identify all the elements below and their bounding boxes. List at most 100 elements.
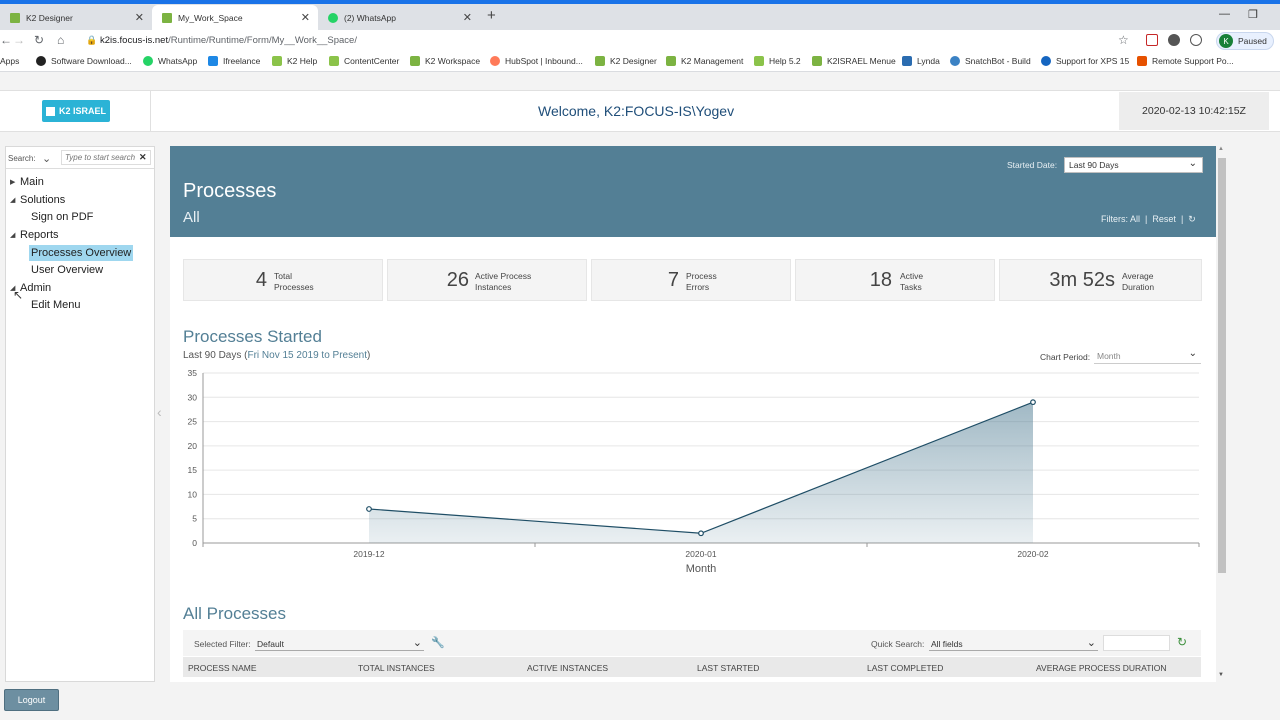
restore-icon[interactable]: ❐ bbox=[1248, 8, 1258, 21]
reload-icon[interactable]: ↻ bbox=[34, 33, 44, 47]
chart-period-select[interactable]: Month ⌄ bbox=[1094, 348, 1201, 364]
bookmark-item[interactable]: Software Download... bbox=[36, 56, 132, 66]
series-area bbox=[369, 402, 1033, 543]
stat-label: Process Errors bbox=[686, 271, 756, 293]
sidebar-item-label: Processes Overview bbox=[31, 247, 132, 259]
bookmark-item[interactable]: Ifreelance bbox=[208, 56, 260, 66]
home-icon[interactable]: ⌂ bbox=[57, 33, 64, 47]
tab-title: K2 Designer bbox=[26, 12, 73, 23]
tab-whatsapp[interactable]: (2) WhatsApp ✕ bbox=[318, 5, 480, 30]
selected-filter-select[interactable]: Default ⌄ bbox=[255, 635, 424, 651]
chart-period-label: Chart Period: bbox=[1040, 352, 1091, 362]
logo-text: K2 ISRAEL bbox=[58, 106, 106, 116]
stat-total-processes[interactable]: 4 Total Processes bbox=[183, 259, 383, 301]
collapse-arrow-icon[interactable]: ◢ bbox=[10, 231, 15, 239]
filter-bar: Selected Filter: Default ⌄ 🔧 Quick Search… bbox=[183, 630, 1201, 656]
k2-icon bbox=[666, 56, 676, 66]
stat-active-tasks[interactable]: 18 Active Tasks bbox=[795, 259, 995, 301]
column-header[interactable]: TOTAL INSTANCES bbox=[358, 663, 435, 673]
y-tick-label: 35 bbox=[188, 368, 198, 378]
forward-icon[interactable]: → bbox=[13, 33, 25, 47]
tab-title: My_Work_Space bbox=[178, 12, 243, 23]
sidebar-item-main[interactable]: ▶ Main bbox=[10, 176, 44, 188]
bookmarks-bar: Apps Software Download... WhatsApp Ifree… bbox=[0, 52, 1280, 72]
bookmark-label: K2 Help bbox=[287, 56, 318, 66]
profile-button[interactable]: K Paused bbox=[1216, 32, 1274, 50]
whatsapp-icon bbox=[143, 56, 153, 66]
stat-active-instances[interactable]: 26 Active Process Instances bbox=[387, 259, 587, 301]
selected-filter-label: Selected Filter: bbox=[194, 639, 251, 649]
sidebar-item-edit-menu[interactable]: Edit Menu bbox=[31, 299, 81, 311]
bookmark-item[interactable]: K2 Designer bbox=[595, 56, 657, 66]
sidebar-item-processes-overview[interactable]: Processes Overview bbox=[29, 245, 134, 261]
wrench-icon[interactable]: 🔧 bbox=[431, 636, 445, 649]
close-icon[interactable]: ✕ bbox=[135, 11, 144, 24]
bookmark-star-icon[interactable]: ☆ bbox=[1118, 33, 1129, 47]
table-header: PROCESS NAME TOTAL INSTANCES ACTIVE INST… bbox=[183, 657, 1201, 677]
scroll-down-icon[interactable]: ▼ bbox=[1218, 672, 1224, 678]
sidebar-item-reports[interactable]: ◢ Reports bbox=[10, 229, 59, 241]
bookmark-item[interactable]: K2 Help bbox=[272, 56, 317, 66]
logout-button[interactable]: Logout bbox=[4, 689, 59, 711]
filter-all-link[interactable]: All bbox=[1130, 214, 1140, 224]
bookmark-item[interactable]: SnatchBot - Build bbox=[950, 56, 1031, 66]
minimize-icon[interactable]: — bbox=[1219, 8, 1230, 20]
stat-value: 3m 52s bbox=[1049, 269, 1115, 291]
tab-my-work-space[interactable]: My_Work_Space ✕ bbox=[152, 5, 318, 30]
avatar: K bbox=[1219, 34, 1233, 48]
bookmark-item[interactable]: Support for XPS 15 bbox=[1041, 56, 1129, 66]
filter-separator: | bbox=[1180, 214, 1184, 224]
refresh-icon[interactable]: ↻ bbox=[1177, 635, 1187, 649]
bookmark-label: Ifreelance bbox=[223, 56, 261, 66]
stat-label-line2: Tasks bbox=[900, 282, 922, 292]
expand-arrow-icon[interactable]: ▶ bbox=[10, 178, 15, 186]
extension-icon[interactable] bbox=[1146, 34, 1158, 46]
sidebar-item-user-overview[interactable]: User Overview bbox=[31, 264, 103, 276]
bookmark-item[interactable]: Help 5.2 bbox=[754, 56, 801, 66]
search-input[interactable] bbox=[61, 150, 151, 165]
chevron-down-icon: ⌄ bbox=[412, 637, 422, 649]
column-header[interactable]: LAST STARTED bbox=[697, 663, 759, 673]
back-icon[interactable]: ← bbox=[0, 33, 12, 47]
sidebar-item-solutions[interactable]: ◢ Solutions bbox=[10, 194, 65, 206]
quick-search-select[interactable]: All fields ⌄ bbox=[929, 635, 1098, 651]
extension-icon[interactable] bbox=[1168, 34, 1180, 46]
reset-link[interactable]: Reset bbox=[1152, 214, 1176, 224]
bookmark-label: K2ISRAEL Menue bbox=[827, 56, 896, 66]
bookmark-item[interactable]: WhatsApp bbox=[143, 56, 197, 66]
bookmark-item[interactable]: ContentCenter bbox=[329, 56, 399, 66]
datetime-display: 2020-02-13 10:42:15Z bbox=[1119, 92, 1269, 130]
lynda-icon bbox=[902, 56, 912, 66]
column-header[interactable]: LAST COMPLETED bbox=[867, 663, 943, 673]
bookmark-item[interactable]: K2 Management bbox=[666, 56, 743, 66]
stat-process-errors[interactable]: 7 Process Errors bbox=[591, 259, 791, 301]
tab-k2-designer[interactable]: K2 Designer ✕ bbox=[0, 5, 152, 30]
sidebar-item-admin[interactable]: ◢ Admin bbox=[10, 282, 51, 294]
bookmark-item[interactable]: Remote Support Po... bbox=[1137, 56, 1234, 66]
close-icon[interactable]: ✕ bbox=[139, 152, 147, 163]
scroll-up-icon[interactable]: ▲ bbox=[1218, 146, 1224, 152]
stat-average-duration[interactable]: 3m 52s Average Duration bbox=[999, 259, 1202, 301]
stat-value: 18 bbox=[869, 269, 892, 291]
sidebar-item-sign-on-pdf[interactable]: Sign on PDF bbox=[31, 211, 93, 223]
bookmark-item[interactable]: Lynda bbox=[902, 56, 940, 66]
close-icon[interactable]: ✕ bbox=[301, 11, 310, 24]
bookmark-item[interactable]: HubSpot | Inbound... bbox=[490, 56, 583, 66]
bookmark-item[interactable]: K2ISRAEL Menue bbox=[812, 56, 896, 66]
chevron-left-icon[interactable]: ‹ bbox=[157, 404, 162, 420]
refresh-icon[interactable]: ↻ bbox=[1188, 214, 1196, 224]
chevron-down-icon[interactable]: ⌄ bbox=[42, 152, 51, 165]
column-header[interactable]: PROCESS NAME bbox=[188, 663, 257, 673]
url-field[interactable]: k2is.focus-is.net/Runtime/Runtime/Form/M… bbox=[100, 35, 357, 46]
new-tab-icon[interactable]: + bbox=[487, 7, 496, 24]
started-date-select[interactable]: Last 90 Days ⌄ bbox=[1064, 157, 1203, 173]
bookmark-item[interactable]: K2 Workspace bbox=[410, 56, 480, 66]
close-icon[interactable]: ✕ bbox=[463, 11, 472, 24]
bookmark-apps[interactable]: Apps bbox=[0, 56, 19, 66]
column-header[interactable]: ACTIVE INSTANCES bbox=[527, 663, 608, 673]
collapse-arrow-icon[interactable]: ◢ bbox=[10, 196, 15, 204]
scrollbar-thumb[interactable] bbox=[1218, 158, 1226, 573]
extension-icon[interactable] bbox=[1190, 34, 1202, 46]
column-header[interactable]: AVERAGE PROCESS DURATION bbox=[1036, 663, 1167, 673]
quick-search-input[interactable] bbox=[1103, 635, 1170, 651]
